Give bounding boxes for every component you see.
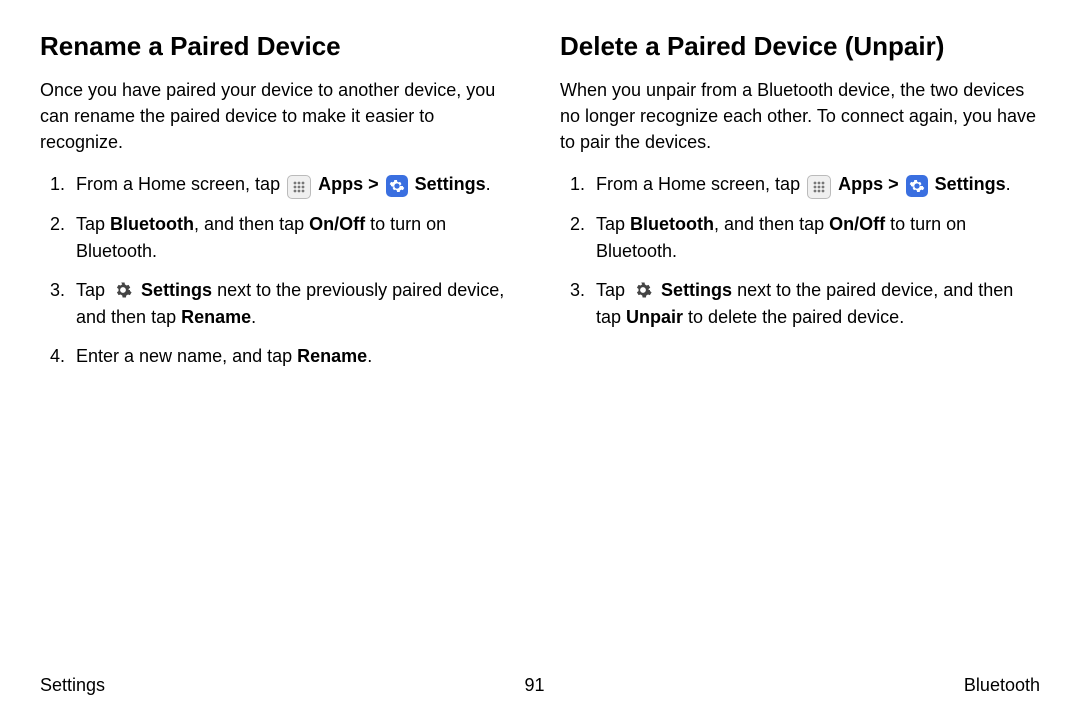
breadcrumb-sep: > (368, 174, 384, 194)
bold: Settings (141, 280, 212, 300)
bold: Rename (297, 346, 367, 366)
text: . (486, 174, 491, 194)
step-4: Enter a new name, and tap Rename. (70, 343, 520, 370)
bold: Unpair (626, 307, 683, 327)
text: , and then tap (194, 214, 309, 234)
step-2: Tap Bluetooth, and then tap On/Off to tu… (70, 211, 520, 265)
steps-unpair: From a Home screen, tap Apps > Settings.… (560, 171, 1040, 331)
step-2: Tap Bluetooth, and then tap On/Off to tu… (590, 211, 1040, 265)
apps-label: Apps (838, 174, 883, 194)
apps-icon (807, 175, 831, 199)
bold: Rename (181, 307, 251, 327)
text: Tap (76, 214, 110, 234)
bold: Bluetooth (630, 214, 714, 234)
right-column: Delete a Paired Device (Unpair) When you… (560, 30, 1040, 382)
text: From a Home screen, tap (596, 174, 805, 194)
text: , and then tap (714, 214, 829, 234)
text: From a Home screen, tap (76, 174, 285, 194)
breadcrumb-sep: > (888, 174, 904, 194)
intro-rename: Once you have paired your device to anot… (40, 77, 520, 155)
apps-icon (287, 175, 311, 199)
text: Enter a new name, and tap (76, 346, 297, 366)
text: Tap (596, 214, 630, 234)
bold: Bluetooth (110, 214, 194, 234)
heading-unpair: Delete a Paired Device (Unpair) (560, 30, 1040, 63)
bold: Settings (661, 280, 732, 300)
settings-icon (906, 175, 928, 197)
settings-icon (386, 175, 408, 197)
step-3: Tap Settings next to the paired device, … (590, 277, 1040, 331)
manual-page: Rename a Paired Device Once you have pai… (0, 0, 1080, 720)
intro-unpair: When you unpair from a Bluetooth device,… (560, 77, 1040, 155)
footer-center: 91 (524, 675, 544, 696)
two-column-layout: Rename a Paired Device Once you have pai… (40, 30, 1040, 382)
footer-right: Bluetooth (964, 675, 1040, 696)
settings-label: Settings (935, 174, 1006, 194)
apps-label: Apps (318, 174, 363, 194)
text: Tap (596, 280, 630, 300)
left-column: Rename a Paired Device Once you have pai… (40, 30, 520, 382)
text: . (367, 346, 372, 366)
bold: On/Off (309, 214, 365, 234)
step-1: From a Home screen, tap Apps > Settings. (70, 171, 520, 199)
bold: On/Off (829, 214, 885, 234)
gear-icon (632, 279, 654, 301)
settings-label: Settings (415, 174, 486, 194)
steps-rename: From a Home screen, tap Apps > Settings.… (40, 171, 520, 370)
text: . (251, 307, 256, 327)
text: to delete the paired device. (683, 307, 904, 327)
text: . (1006, 174, 1011, 194)
footer-left: Settings (40, 675, 105, 696)
page-footer: Settings 91 Bluetooth (40, 675, 1040, 696)
text: Tap (76, 280, 110, 300)
step-3: Tap Settings next to the previously pair… (70, 277, 520, 331)
gear-icon (112, 279, 134, 301)
step-1: From a Home screen, tap Apps > Settings. (590, 171, 1040, 199)
heading-rename: Rename a Paired Device (40, 30, 520, 63)
